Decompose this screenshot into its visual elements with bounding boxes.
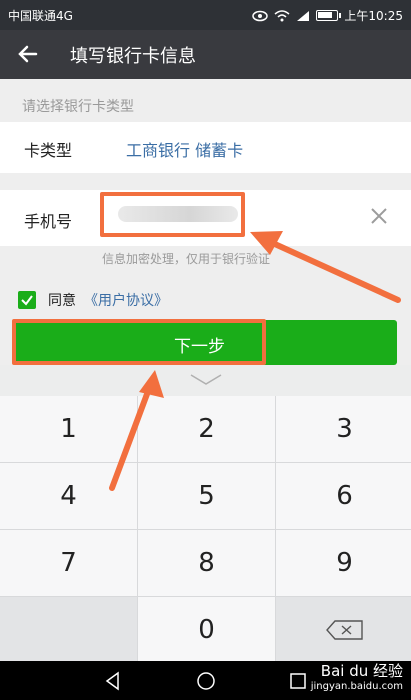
- keyboard-collapse-bar[interactable]: [0, 365, 411, 396]
- next-button[interactable]: 下一步: [14, 320, 397, 365]
- key-grid: 1 2 3 4 5 6 7 8 9 0: [0, 396, 411, 663]
- arrow-left-icon[interactable]: [14, 40, 42, 68]
- status-icons: 上午10:25: [252, 7, 403, 24]
- phone-label: 手机号: [24, 212, 73, 231]
- card-type-row[interactable]: 卡类型 工商银行 储蓄卡: [0, 122, 411, 173]
- clock: 上午10:25: [344, 9, 403, 23]
- watermark-brand: Bai du 经验: [320, 662, 403, 680]
- circle-home-icon[interactable]: [196, 671, 216, 691]
- square-recent-icon[interactable]: [288, 671, 308, 691]
- triangle-back-icon[interactable]: [103, 671, 123, 691]
- key-4[interactable]: 4: [0, 463, 137, 529]
- watermark-url: jingyan.baidu.com: [310, 681, 403, 692]
- battery-icon: [316, 10, 342, 21]
- close-icon[interactable]: [369, 206, 389, 226]
- carrier-label: 中国联通4G: [8, 9, 73, 23]
- key-3[interactable]: 3: [276, 396, 411, 462]
- key-0[interactable]: 0: [138, 597, 275, 663]
- eye-icon: [252, 10, 269, 21]
- card-type-label: 卡类型: [24, 141, 73, 160]
- key-2[interactable]: 2: [138, 396, 275, 462]
- status-bar: 中国联通4G 上午10:25: [0, 0, 411, 30]
- next-button-label: 下一步: [174, 337, 225, 356]
- encrypt-hint: 信息加密处理，仅用于银行验证: [102, 252, 271, 266]
- system-nav-bar: Bai du 经验 jingyan.baidu.com: [0, 661, 411, 700]
- agreement: 同意 《用户协议》: [18, 290, 168, 310]
- chevron-down-icon: [190, 374, 222, 385]
- agree-label: 同意: [48, 293, 76, 309]
- key-1[interactable]: 1: [0, 396, 137, 462]
- key-5[interactable]: 5: [138, 463, 275, 529]
- key-9[interactable]: 9: [276, 530, 411, 596]
- phone-value-blurred: [118, 206, 238, 222]
- watermark: Bai du 经验 jingyan.baidu.com: [311, 663, 403, 695]
- app-bar: 填写银行卡信息: [0, 30, 411, 79]
- phone-input[interactable]: [100, 192, 245, 237]
- key-8[interactable]: 8: [138, 530, 275, 596]
- phone-row: 手机号: [0, 190, 411, 246]
- page-title: 填写银行卡信息: [70, 46, 196, 67]
- backspace-icon: [325, 620, 363, 640]
- key-7[interactable]: 7: [0, 530, 137, 596]
- card-type-value[interactable]: 工商银行 储蓄卡: [126, 137, 243, 161]
- section-hint: 请选择银行卡类型: [22, 99, 134, 115]
- key-6[interactable]: 6: [276, 463, 411, 529]
- numeric-keyboard: 1 2 3 4 5 6 7 8 9 0: [0, 365, 411, 663]
- check-icon: [21, 295, 33, 306]
- key-empty: [0, 597, 137, 663]
- agree-checkbox[interactable]: [18, 291, 36, 309]
- signal-icon: [297, 10, 310, 21]
- user-agreement-link[interactable]: 《用户协议》: [84, 290, 168, 310]
- wifi-icon: [274, 9, 290, 21]
- key-delete[interactable]: [276, 597, 411, 663]
